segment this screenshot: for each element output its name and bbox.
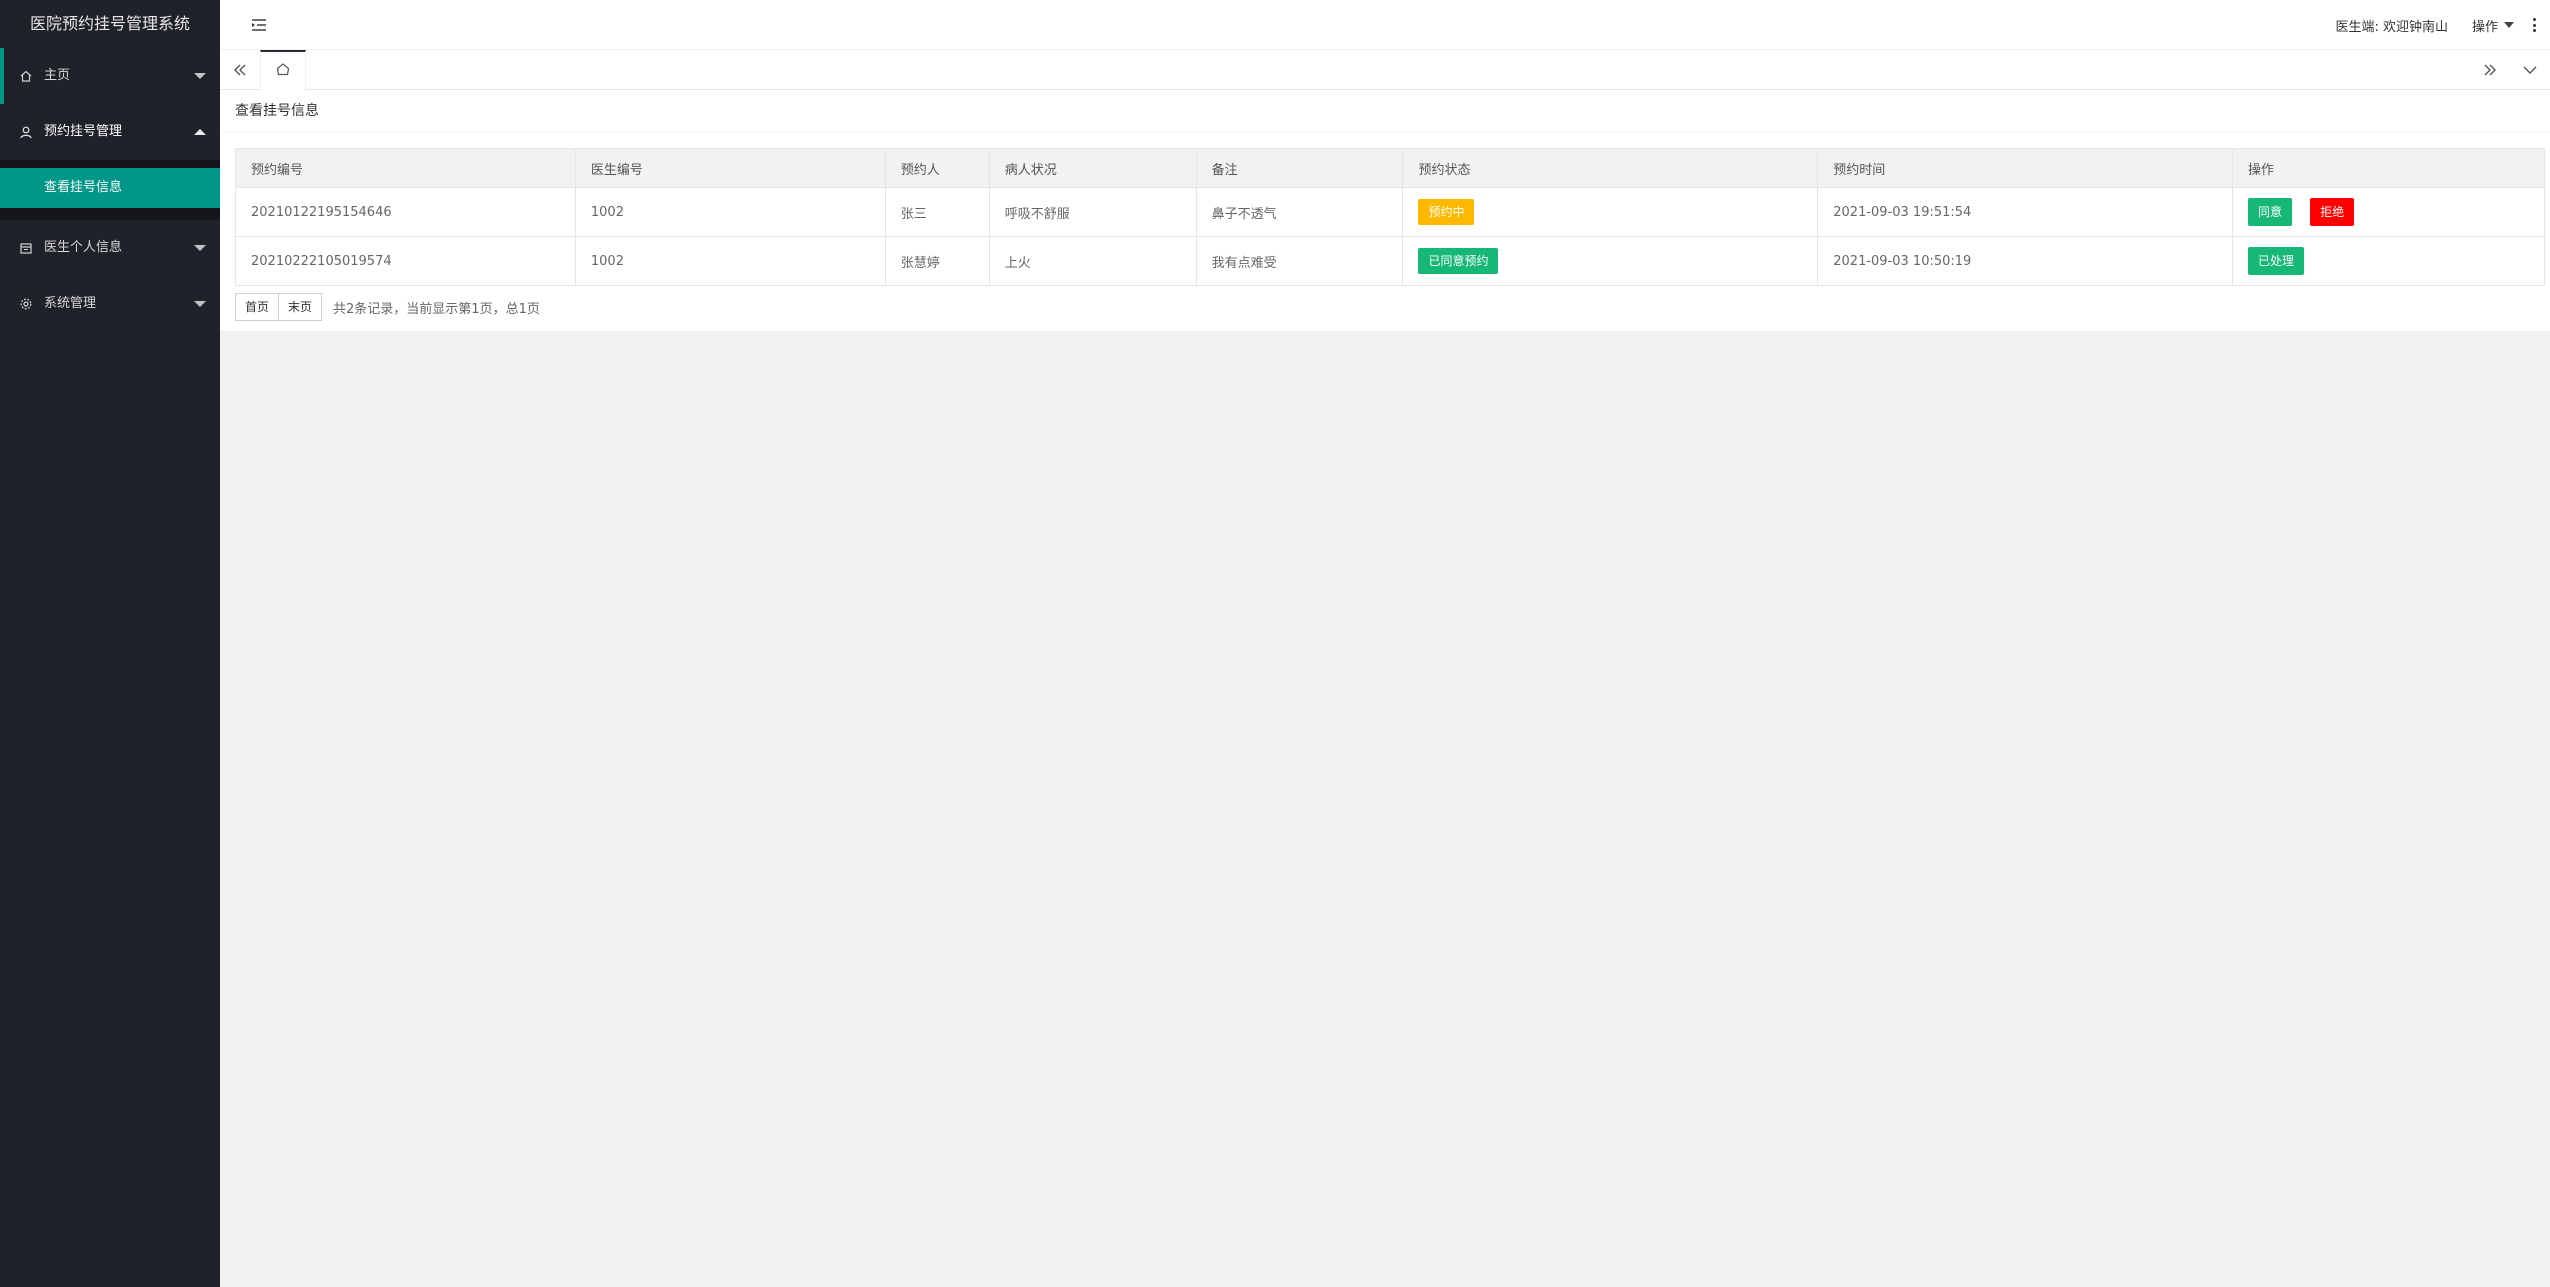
- sidebar-item-label: 系统管理: [44, 296, 97, 311]
- chevron-down-icon: [194, 73, 206, 79]
- patient-condition: 呼吸不舒服: [988, 187, 1197, 237]
- column-header: 预约状态: [1402, 148, 1819, 188]
- status-cell: 已同意预约: [1402, 236, 1819, 286]
- sidebar-subitem-view-appointments[interactable]: 查看挂号信息: [0, 168, 220, 208]
- more-vertical-icon[interactable]: [2532, 18, 2536, 32]
- operations-dropdown[interactable]: 操作: [2472, 16, 2514, 35]
- first-page-button[interactable]: 首页: [235, 293, 280, 321]
- pagination: 首页 末页 共2条记录，当前显示第1页，总1页: [235, 293, 540, 321]
- column-header: 操作: [2232, 148, 2545, 188]
- column-header: 预约人: [884, 148, 990, 188]
- sidebar-item-label: 预约挂号管理: [44, 124, 123, 139]
- sidebar-item-label: 主页: [44, 68, 71, 83]
- remark: 我有点难受: [1195, 236, 1404, 286]
- sidebar: 医院预约挂号管理系统 主页 预约挂号管理 查看挂号信息 医生个人信息 系统管理: [0, 0, 220, 1287]
- page-title: 查看挂号信息: [220, 90, 2550, 132]
- column-header: 病人状况: [988, 148, 1197, 188]
- table-row: 20210222105019574 1002 张慧婷 上火 我有点难受 已同意预…: [235, 236, 2545, 286]
- appointments-table-wrap: 预约编号 医生编号 预约人 病人状况 备注 预约状态 预约时间 操作 20210…: [235, 148, 2545, 286]
- column-header: 预约时间: [1817, 148, 2234, 188]
- remark: 鼻子不透气: [1195, 187, 1404, 237]
- actions-cell: 已处理: [2232, 236, 2545, 286]
- scroll-right-icon[interactable]: [2470, 50, 2510, 90]
- column-header: 备注: [1195, 148, 1404, 188]
- reject-button[interactable]: 拒绝: [2310, 198, 2355, 226]
- patient-condition: 上火: [988, 236, 1197, 286]
- status-badge: 已同意预约: [1418, 248, 1499, 274]
- patient-name: 张三: [884, 187, 990, 237]
- appointment-time: 2021-09-03 19:51:54: [1817, 187, 2234, 237]
- top-header: 医生端: 欢迎钟南山 操作: [220, 0, 2550, 50]
- appointments-table: 预约编号 医生编号 预约人 病人状况 备注 预约状态 预约时间 操作 20210…: [235, 148, 2545, 286]
- table-row: 20210122195154646 1002 张三 呼吸不舒服 鼻子不透气 预约…: [235, 187, 2545, 237]
- pagination-info: 共2条记录，当前显示第1页，总1页: [333, 301, 540, 317]
- actions-cell: 同意 拒绝: [2232, 187, 2545, 237]
- content-card: 查看挂号信息 预约编号 医生编号 预约人 病人状况 备注 预约状态 预约时间 操…: [220, 90, 2550, 331]
- appointment-id: 20210222105019574: [235, 236, 576, 286]
- tab-home[interactable]: [260, 50, 306, 90]
- chevron-up-icon: [194, 129, 206, 135]
- status-badge: 预约中: [1418, 199, 1475, 225]
- table-header-row: 预约编号 医生编号 预约人 病人状况 备注 预约状态 预约时间 操作: [235, 148, 2545, 188]
- scroll-left-icon[interactable]: [220, 50, 260, 90]
- doctor-id: 1002: [574, 187, 886, 237]
- patient-name: 张慧婷: [884, 236, 990, 286]
- column-header: 预约编号: [235, 148, 576, 188]
- approve-button[interactable]: 同意: [2248, 198, 2293, 226]
- welcome-text: 医生端: 欢迎钟南山: [2335, 19, 2448, 35]
- sub-menu: 查看挂号信息: [0, 160, 220, 220]
- sidebar-item-appointments[interactable]: 预约挂号管理: [0, 104, 220, 160]
- appointment-id: 20210122195154646: [235, 187, 576, 237]
- appointment-time: 2021-09-03 10:50:19: [1817, 236, 2234, 286]
- calendar-icon: [18, 220, 34, 276]
- app-title: 医院预约挂号管理系统: [29, 14, 190, 33]
- sidebar-item-label: 医生个人信息: [44, 240, 123, 255]
- status-cell: 预约中: [1402, 187, 1819, 237]
- tabs-menu-chevron-down-icon[interactable]: [2510, 50, 2550, 90]
- processed-button[interactable]: 已处理: [2248, 247, 2305, 275]
- sidebar-item-doctor-info[interactable]: 医生个人信息: [0, 220, 220, 276]
- chevron-down-icon: [194, 245, 206, 251]
- home-icon: [275, 61, 291, 81]
- column-header: 医生编号: [574, 148, 886, 188]
- doctor-id: 1002: [574, 236, 886, 286]
- tabs-bar: [220, 50, 2550, 90]
- sidebar-item-system[interactable]: 系统管理: [0, 276, 220, 332]
- header-right: 医生端: 欢迎钟南山 操作: [2335, 0, 2550, 50]
- sidebar-item-home[interactable]: 主页: [0, 48, 220, 104]
- caret-down-icon: [2504, 22, 2514, 28]
- operations-label: 操作: [2471, 19, 2498, 35]
- user-icon: [18, 104, 34, 160]
- last-page-button[interactable]: 末页: [278, 293, 323, 321]
- chevron-down-icon: [194, 301, 206, 307]
- gear-icon: [18, 276, 34, 332]
- menu-toggle-icon[interactable]: [250, 16, 268, 34]
- home-icon: [18, 48, 34, 104]
